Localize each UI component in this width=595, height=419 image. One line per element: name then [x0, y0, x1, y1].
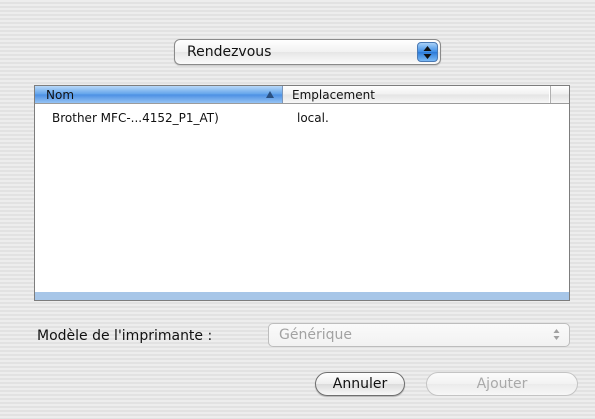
add-button[interactable]: Ajouter	[426, 372, 578, 396]
column-header-spacer	[550, 86, 569, 103]
column-header-emplacement-label: Emplacement	[292, 88, 375, 102]
printer-model-label: Modèle de l'imprimante :	[37, 328, 213, 344]
table-row[interactable]: Brother MFC-...4152_P1_AT) local.	[35, 108, 569, 126]
connection-type-value: Rendezvous	[187, 44, 272, 60]
column-header-nom-label: Nom	[46, 88, 75, 102]
column-header-nom[interactable]: Nom	[35, 86, 283, 103]
connection-type-popup[interactable]: Rendezvous	[174, 39, 441, 65]
up-down-arrows-icon[interactable]	[417, 42, 438, 62]
column-header-emplacement[interactable]: Emplacement	[283, 86, 549, 103]
cancel-button[interactable]: Annuler	[315, 372, 405, 396]
printer-model-popup[interactable]: Générique	[268, 323, 570, 347]
printer-name-cell: Brother MFC-...4152_P1_AT)	[52, 111, 219, 125]
list-bottom-edge	[35, 292, 569, 300]
up-down-arrows-icon	[553, 329, 560, 340]
printer-model-value: Générique	[279, 327, 352, 343]
printer-list-header: Nom Emplacement	[35, 86, 569, 104]
printer-list[interactable]: Nom Emplacement Brother MFC-...4152_P1_A…	[34, 85, 570, 301]
sort-ascending-icon	[266, 91, 274, 98]
printer-location-cell: local.	[297, 111, 329, 125]
